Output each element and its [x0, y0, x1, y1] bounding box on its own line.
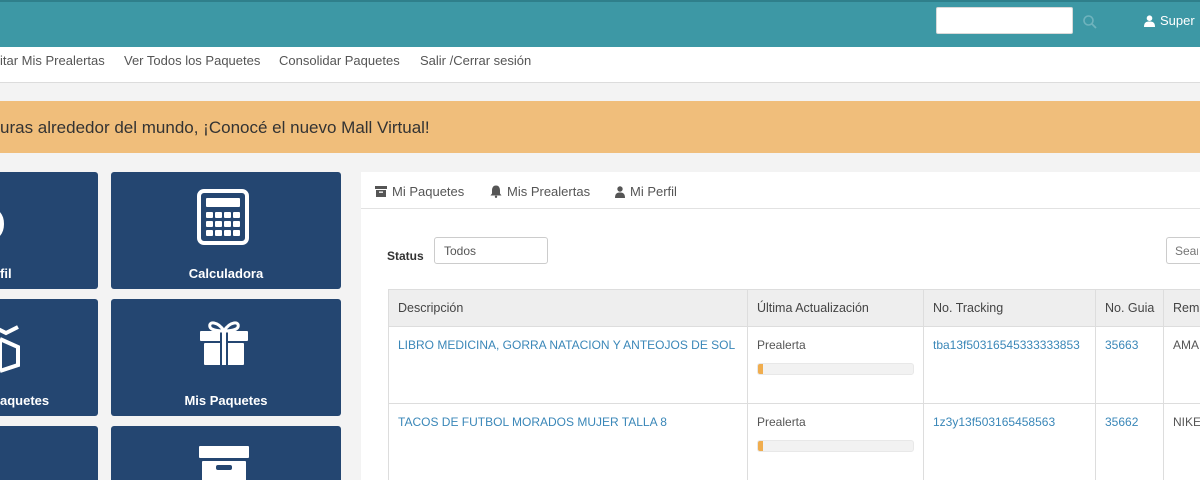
- progress-bar: [758, 441, 763, 451]
- panel-tabs: Mi Paquetes Mis Prealertas Mi Perfil: [361, 172, 1200, 209]
- tile-perfil[interactable]: fil: [0, 172, 98, 289]
- user-icon: [0, 212, 4, 236]
- cell-tracking: tba13f50316545333333853: [923, 326, 1096, 404]
- nav-item-prealertas[interactable]: itar Mis Prealertas: [0, 53, 105, 68]
- col-header-guia[interactable]: No. Guia: [1095, 289, 1164, 327]
- archive-icon: [375, 186, 387, 197]
- calculator-icon: [197, 189, 249, 245]
- col-header-actualizacion[interactable]: Última Actualización: [747, 289, 924, 327]
- cell-guia: 35662: [1095, 403, 1164, 480]
- tab-mi-paquetes-label: Mi Paquetes: [392, 184, 465, 199]
- descripcion-link[interactable]: LIBRO MEDICINA, GORRA NATACION Y ANTEOJO…: [398, 338, 735, 352]
- table-row: TACOS DE FUTBOL MORADOS MUJER TALLA 8 Pr…: [388, 403, 1200, 480]
- tile-mis-paquetes-label: Mis Paquetes: [184, 393, 268, 408]
- banner-text: uras alrededor del mundo, ¡Conocé el nue…: [0, 118, 430, 137]
- cell-actualizacion: Prealerta: [747, 403, 924, 480]
- col-header-tracking[interactable]: No. Tracking: [923, 289, 1096, 327]
- status-select[interactable]: Todos: [434, 237, 548, 264]
- tile-paquetes[interactable]: aquetes: [0, 299, 98, 416]
- bell-icon: [490, 185, 502, 198]
- user-icon: [1144, 14, 1155, 27]
- guia-link[interactable]: 35663: [1105, 338, 1138, 352]
- descripcion-link[interactable]: TACOS DE FUTBOL MORADOS MUJER TALLA 8: [398, 415, 667, 429]
- progress-track: [757, 440, 914, 452]
- promo-banner[interactable]: uras alrededor del mundo, ¡Conocé el nue…: [0, 101, 1200, 153]
- tile-paquetes-label: aquetes: [0, 393, 50, 408]
- archive-icon: [199, 446, 249, 480]
- packages-panel: Mi Paquetes Mis Prealertas Mi Perfil Sta…: [361, 172, 1200, 480]
- table-row: LIBRO MEDICINA, GORRA NATACION Y ANTEOJO…: [388, 326, 1200, 404]
- tracking-link[interactable]: 1z3y13f503165458563: [933, 415, 1055, 429]
- col-header-rem[interactable]: Rem: [1163, 289, 1200, 327]
- user-icon: [615, 185, 625, 198]
- cell-guia: 35663: [1095, 326, 1164, 404]
- nav-item-consolidar[interactable]: Consolidar Paquetes: [279, 53, 400, 68]
- nav-item-ver-paquetes[interactable]: Ver Todos los Paquetes: [124, 53, 260, 68]
- tile-calculadora[interactable]: Calculadora: [111, 172, 341, 289]
- tab-mi-perfil[interactable]: Mi Perfil: [615, 184, 677, 199]
- packages-table: Descripción Última Actualización No. Tra…: [388, 289, 1200, 480]
- tile-calculadora-label: Calculadora: [188, 266, 264, 281]
- col-header-descripcion[interactable]: Descripción: [388, 289, 748, 327]
- cell-descripcion: LIBRO MEDICINA, GORRA NATACION Y ANTEOJO…: [388, 326, 748, 404]
- tile-perfil-label: fil: [0, 266, 12, 281]
- status-label: Status: [387, 249, 424, 263]
- user-menu[interactable]: Super: [1144, 13, 1195, 28]
- gift-icon: [200, 321, 248, 365]
- cell-descripcion: TACOS DE FUTBOL MORADOS MUJER TALLA 8: [388, 403, 748, 480]
- status-text: Prealerta: [757, 415, 806, 429]
- tab-mis-prealertas-label: Mis Prealertas: [507, 184, 591, 199]
- table-header-row: Descripción Última Actualización No. Tra…: [388, 289, 1200, 327]
- status-text: Prealerta: [757, 338, 806, 352]
- tracking-link[interactable]: tba13f50316545333333853: [933, 338, 1080, 352]
- nav-bar: itar Mis Prealertas Ver Todos los Paquet…: [0, 47, 1200, 83]
- table-search-input[interactable]: [1166, 237, 1200, 264]
- tile-mis-paquetes[interactable]: Mis Paquetes: [111, 299, 341, 416]
- tab-mi-perfil-label: Mi Perfil: [630, 184, 677, 199]
- tile-archive[interactable]: [111, 426, 341, 480]
- top-search-input[interactable]: [936, 7, 1073, 34]
- tab-mis-prealertas[interactable]: Mis Prealertas: [490, 184, 590, 199]
- nav-item-logout[interactable]: Salir /Cerrar sesión: [420, 53, 531, 68]
- progress-bar: [758, 364, 763, 374]
- cell-rem: AMA: [1163, 326, 1200, 404]
- user-name: Super: [1160, 13, 1195, 28]
- tab-mi-paquetes[interactable]: Mi Paquetes: [375, 184, 464, 199]
- search-icon[interactable]: [1082, 14, 1098, 30]
- tile-extra-left[interactable]: [0, 426, 98, 480]
- guia-link[interactable]: 35662: [1105, 415, 1138, 429]
- cell-actualizacion: Prealerta: [747, 326, 924, 404]
- progress-track: [757, 363, 914, 375]
- top-bar: Super: [0, 0, 1200, 47]
- cell-rem: NIKE: [1163, 403, 1200, 480]
- cube-icon: [0, 325, 20, 373]
- cell-tracking: 1z3y13f503165458563: [923, 403, 1096, 480]
